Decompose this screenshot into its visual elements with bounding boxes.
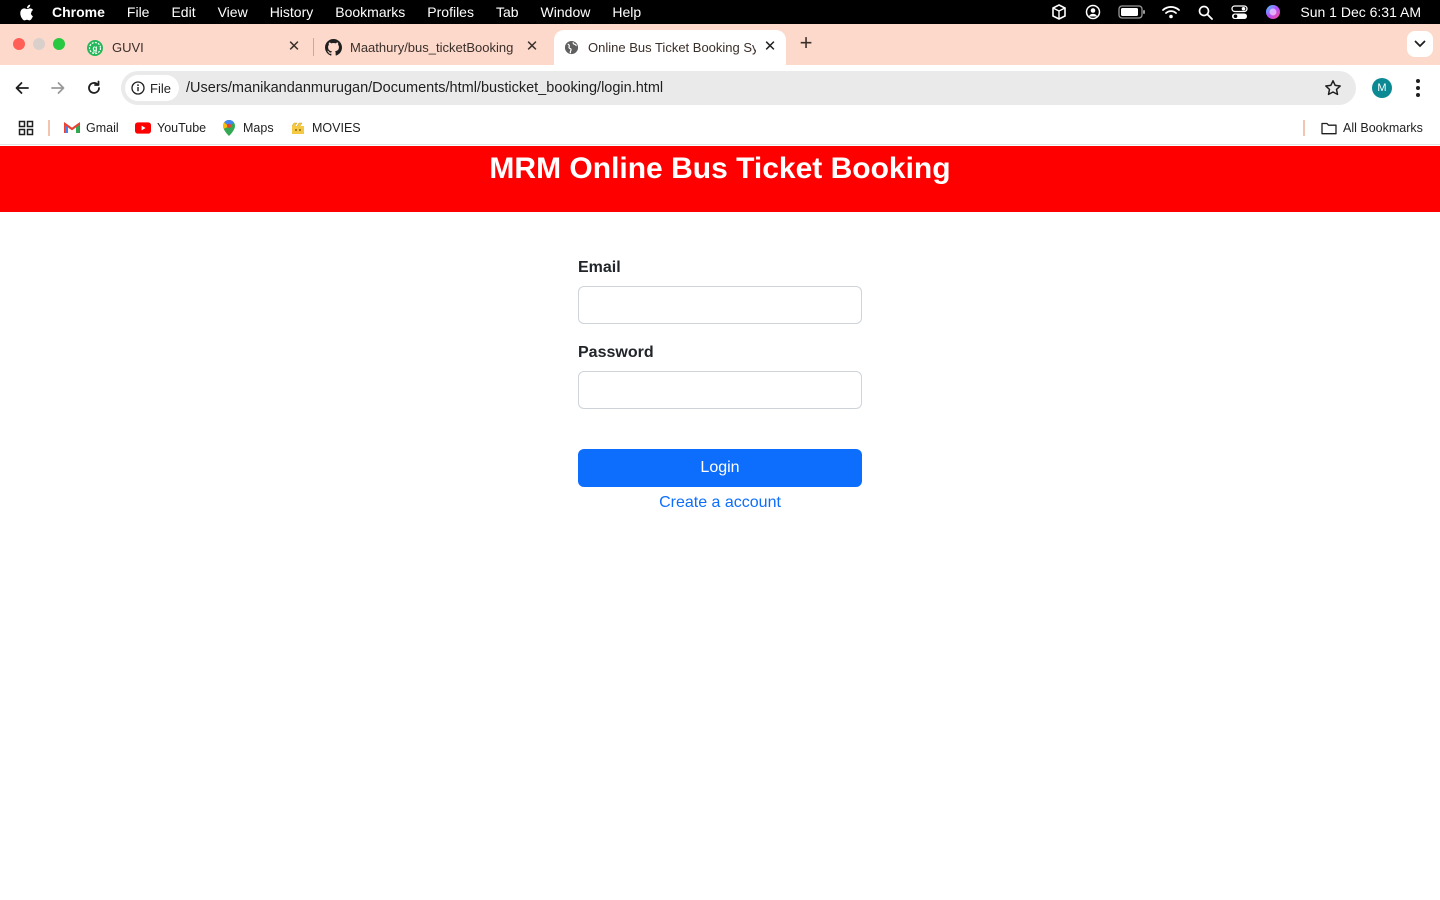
bookmark-youtube[interactable]: YouTube: [135, 111, 206, 145]
menu-window[interactable]: Window: [530, 0, 602, 24]
bookmark-label: MOVIES: [312, 121, 361, 135]
email-field[interactable]: [578, 286, 862, 324]
tab-title: Maathury/bus_ticketBooking: [350, 40, 514, 55]
close-tab-icon[interactable]: ✕: [286, 39, 302, 55]
chevron-down-icon: [1414, 40, 1426, 48]
close-tab-icon[interactable]: ✕: [524, 39, 540, 55]
all-bookmarks-button[interactable]: All Bookmarks: [1321, 111, 1423, 145]
tab-divider: [313, 38, 314, 56]
bookmarks-divider: [48, 120, 50, 136]
menu-app-name[interactable]: Chrome: [52, 0, 116, 24]
menu-profiles[interactable]: Profiles: [416, 0, 485, 24]
login-button[interactable]: Login: [578, 449, 862, 487]
all-bookmarks-label: All Bookmarks: [1343, 121, 1423, 135]
apps-grid-button[interactable]: [18, 111, 34, 145]
svg-text:g: g: [93, 44, 98, 53]
gmail-icon: [64, 120, 80, 136]
menu-help[interactable]: Help: [601, 0, 652, 24]
reload-icon: [88, 80, 100, 94]
tab-guvi[interactable]: g GUVI ✕: [78, 30, 310, 65]
youtube-icon: [135, 120, 151, 136]
forward-button[interactable]: [46, 76, 70, 100]
forward-arrow-icon: [51, 82, 65, 94]
back-button[interactable]: [10, 76, 34, 100]
maximize-window-button[interactable]: [53, 38, 65, 50]
info-icon: [131, 81, 145, 95]
tab-title: Online Bus Ticket Booking Sy: [588, 40, 756, 55]
new-tab-button[interactable]: +: [795, 32, 817, 55]
bookmark-maps[interactable]: Maps: [221, 111, 274, 145]
maps-icon: [221, 120, 237, 136]
create-account-link[interactable]: Create a account: [578, 494, 862, 512]
profile-avatar[interactable]: M: [1372, 78, 1392, 98]
spotlight-search-icon[interactable]: [1188, 0, 1222, 24]
password-label: Password: [578, 344, 654, 361]
bookmark-label: Maps: [243, 121, 274, 135]
box-icon[interactable]: [1042, 0, 1076, 24]
battery-icon[interactable]: [1110, 0, 1154, 24]
menu-bookmarks[interactable]: Bookmarks: [324, 0, 416, 24]
github-icon: [324, 39, 342, 57]
browser-tab-strip: g GUVI ✕ Maathury/bus_ticketBooking ✕ On…: [0, 24, 1440, 65]
menu-tab[interactable]: Tab: [485, 0, 530, 24]
menu-file[interactable]: File: [116, 0, 161, 24]
bookmarks-divider: [1303, 120, 1305, 136]
control-center-icon[interactable]: [1222, 0, 1256, 24]
menu-bar-status-area: Sun 1 Dec 6:31 AM: [1042, 0, 1440, 24]
address-bar[interactable]: File /Users/manikandanmurugan/Documents/…: [121, 71, 1356, 105]
menu-bar-clock[interactable]: Sun 1 Dec 6:31 AM: [1290, 4, 1440, 20]
site-header: MRM Online Bus Ticket Booking: [0, 146, 1440, 212]
bookmark-movies[interactable]: MOVIES: [290, 111, 361, 145]
apps-grid-icon: [18, 120, 34, 136]
tab-title: GUVI: [112, 40, 144, 55]
url-text[interactable]: /Users/manikandanmurugan/Documents/html/…: [186, 71, 663, 105]
site-title: MRM Online Bus Ticket Booking: [489, 152, 951, 185]
globe-icon: [562, 39, 580, 57]
browser-toolbar: File /Users/manikandanmurugan/Documents/…: [0, 65, 1440, 111]
web-page-content: MRM Online Bus Ticket Booking Email Pass…: [0, 146, 1440, 900]
bookmark-label: YouTube: [157, 121, 207, 135]
bookmark-label: Gmail: [86, 121, 119, 135]
bookmarks-bar: Gmail YouTube Maps MOVIES All Bookmarks: [0, 111, 1440, 145]
site-info-chip[interactable]: File: [125, 75, 179, 101]
macos-menu-bar: Chrome File Edit View History Bookmarks …: [0, 0, 1440, 24]
back-arrow-icon: [15, 82, 29, 94]
tab-search-button[interactable]: [1407, 31, 1433, 57]
movies-icon: [290, 120, 306, 136]
menu-history[interactable]: History: [259, 0, 325, 24]
site-info-label: File: [150, 80, 171, 96]
menu-edit[interactable]: Edit: [160, 0, 206, 24]
reload-button[interactable]: [82, 76, 106, 100]
tab-online-bus-ticket-booking[interactable]: Online Bus Ticket Booking Sy ✕: [554, 30, 786, 65]
close-window-button[interactable]: [13, 38, 25, 50]
more-menu-icon[interactable]: [1408, 77, 1428, 99]
minimize-window-button[interactable]: [33, 38, 45, 50]
login-form: Email Password Login Create a account: [578, 259, 862, 512]
folder-icon: [1321, 120, 1337, 136]
menu-view[interactable]: View: [207, 0, 259, 24]
user-circle-icon[interactable]: [1076, 0, 1110, 24]
guvi-icon: g: [86, 39, 104, 57]
email-label: Email: [578, 259, 621, 276]
apple-menu-icon[interactable]: [0, 4, 52, 21]
bookmark-star-icon[interactable]: [1324, 79, 1342, 97]
close-tab-icon[interactable]: ✕: [762, 39, 778, 55]
bookmark-gmail[interactable]: Gmail: [64, 111, 119, 145]
siri-icon[interactable]: [1256, 0, 1290, 24]
password-field[interactable]: [578, 371, 862, 409]
wifi-icon[interactable]: [1154, 0, 1188, 24]
window-controls: [13, 38, 65, 50]
tab-github[interactable]: Maathury/bus_ticketBooking ✕: [316, 30, 548, 65]
